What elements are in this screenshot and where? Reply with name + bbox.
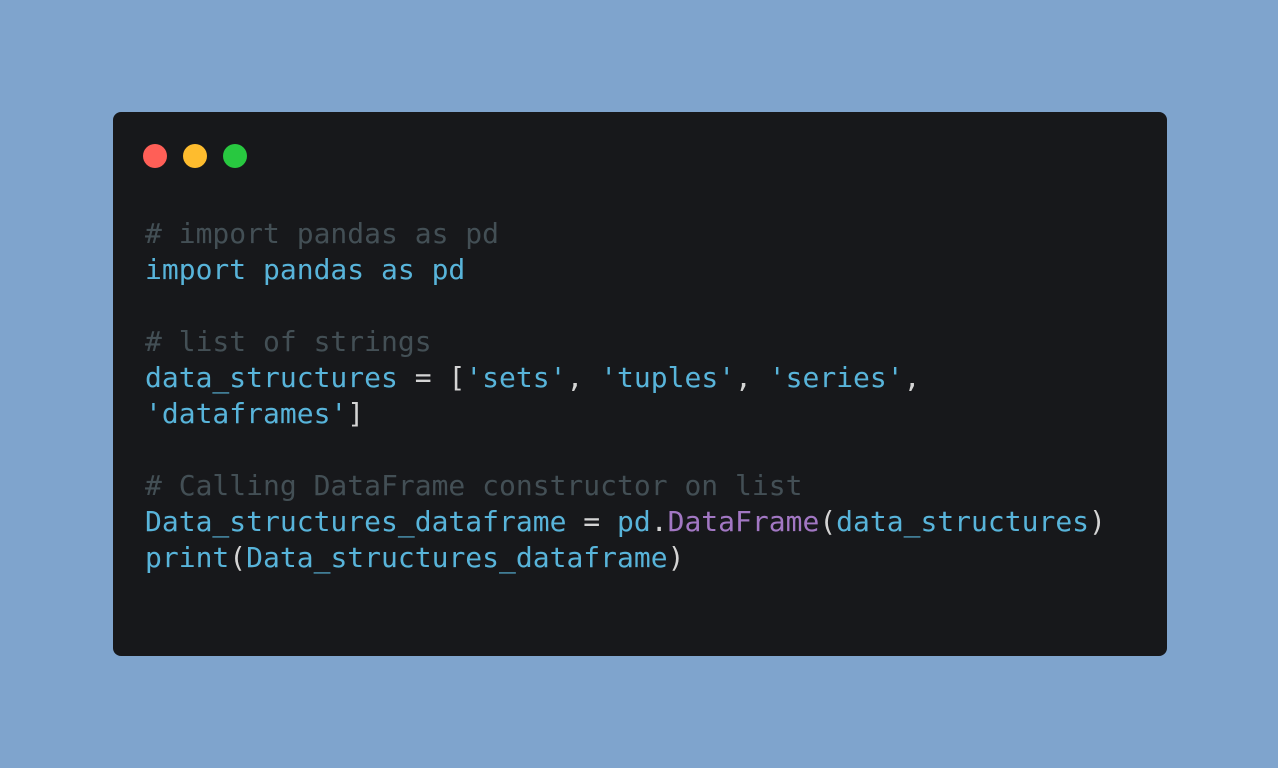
code-token-punct: , (566, 361, 601, 394)
code-window: # import pandas as pd import pandas as pd… (113, 112, 1167, 656)
code-token-punct: ( (229, 541, 247, 574)
code-token-comment: # list of strings (145, 325, 432, 358)
close-button[interactable] (143, 144, 167, 168)
code-token-punct: , (735, 361, 769, 394)
code-token-comment: # import pandas as pd (145, 217, 500, 250)
code-token-name: Data_structures_dataframe (145, 505, 567, 538)
code-token-punct: ) (1089, 505, 1106, 538)
code-token-punct: ] (347, 397, 365, 430)
code-line: data_structures = ['sets', 'tuples', 'se… (145, 360, 1106, 396)
code-token-class: DataFrame (667, 505, 820, 538)
code-line: # import pandas as pd (145, 216, 1106, 252)
code-block: # import pandas as pd import pandas as pd… (145, 216, 1106, 576)
code-token-comment: # Calling DataFrame constructor on list (145, 469, 803, 502)
code-token-name: data_structures (836, 505, 1090, 538)
code-token-punct: ( (819, 505, 837, 538)
code-token-name: import pandas as pd (145, 253, 466, 286)
minimize-button[interactable] (183, 144, 207, 168)
code-line: print(Data_structures_dataframe) (145, 540, 1106, 576)
code-token-name: Data_structures_dataframe (246, 541, 668, 574)
code-line: # list of strings (145, 324, 1106, 360)
code-token-name: 'sets' (465, 361, 567, 394)
code-token-punct: = (566, 505, 618, 538)
code-token-punct: , (903, 361, 921, 394)
code-token-name: 'series' (768, 361, 904, 394)
code-token-punct: = [ (397, 361, 466, 394)
code-line: Data_structures_dataframe = pd.DataFrame… (145, 504, 1106, 540)
code-line: import pandas as pd (145, 252, 1106, 288)
code-token-name: pd (617, 505, 651, 538)
code-token-punct: . (650, 505, 668, 538)
code-line: # Calling DataFrame constructor on list (145, 468, 1106, 504)
code-token-name: 'dataframes' (145, 397, 348, 430)
code-token-name: 'tuples' (600, 361, 736, 394)
code-token-punct: ) (667, 541, 685, 574)
code-line: 'dataframes'] (145, 396, 1106, 432)
maximize-button[interactable] (223, 144, 247, 168)
code-token-name: print (145, 541, 230, 574)
code-token-name: data_structures (145, 361, 398, 394)
